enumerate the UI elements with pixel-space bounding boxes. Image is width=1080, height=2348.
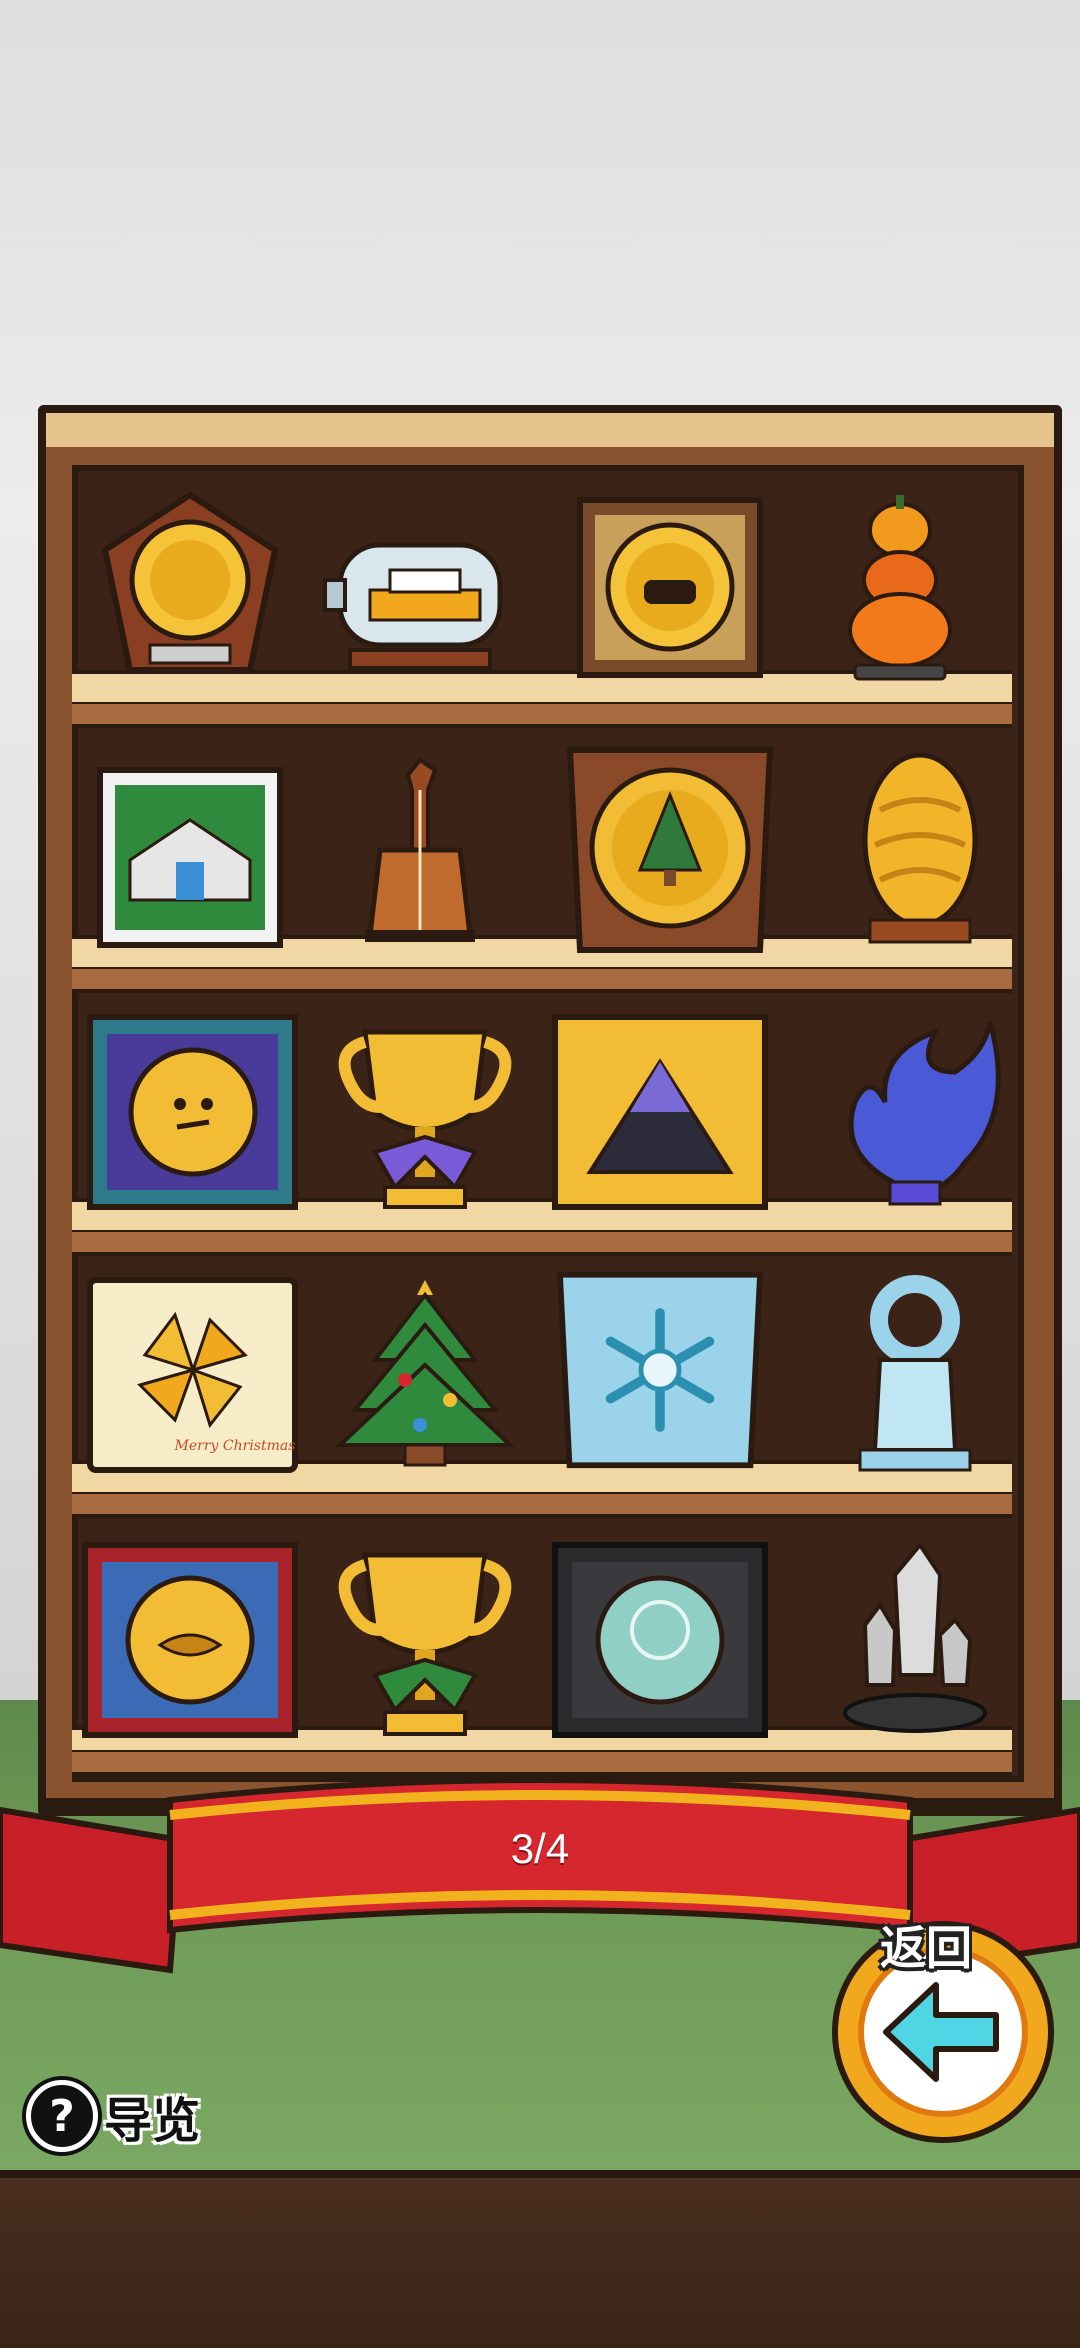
bookshelf-top [38, 405, 1062, 447]
horsehead-fiddle-icon[interactable] [320, 750, 520, 950]
guide-label: 导览 [104, 2093, 201, 2149]
christmas-card-text: Merry Christmas [174, 1438, 296, 1454]
ship-in-bottle-icon[interactable] [320, 485, 520, 685]
purple-bow-trophy-icon[interactable] [325, 1012, 525, 1212]
giant-sequoia-medal-icon[interactable] [560, 747, 780, 953]
guide-button[interactable]: ? 导览 [26, 2080, 200, 2152]
green-bow-trophy-icon[interactable] [325, 1540, 525, 1740]
back-label[interactable]: 返回 [880, 1912, 972, 1978]
mountain-plaque-icon[interactable] [550, 1012, 770, 1212]
golden-pinecone-icon[interactable] [820, 750, 1020, 950]
pumpkin-stack-icon[interactable] [800, 485, 1000, 685]
floor-edge [0, 2170, 1080, 2348]
red-frame-medal-icon[interactable] [80, 1540, 300, 1740]
glass-ring-trophy-icon[interactable] [825, 1275, 1005, 1475]
blue-frame-medal-icon[interactable] [85, 1012, 300, 1212]
blue-flame-crystal-icon[interactable] [815, 1012, 1015, 1212]
sun-medal-plaque-icon[interactable] [90, 485, 290, 685]
monster-medal-frame-icon[interactable] [570, 485, 770, 685]
crystal-cluster-icon[interactable] [825, 1535, 1005, 1735]
page-indicator: 3/4 [510, 1825, 570, 1872]
snowflake-plaque-icon[interactable] [550, 1270, 770, 1470]
christmas-tree-icon[interactable] [325, 1270, 525, 1470]
pinwheel-christmas-card-icon[interactable]: Merry Christmas [85, 1275, 300, 1475]
question-icon: ? [26, 2080, 98, 2152]
ferris-wheel-medal-icon[interactable] [550, 1540, 770, 1740]
yurt-picture-icon[interactable] [90, 750, 290, 950]
